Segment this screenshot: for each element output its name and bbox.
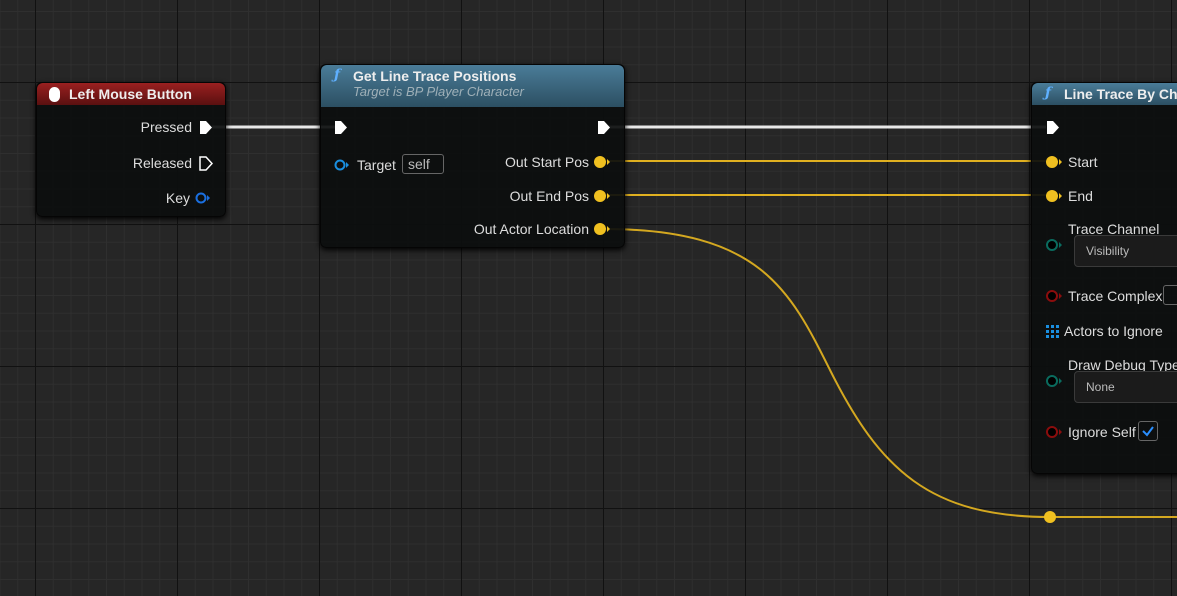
vector-pin-icon[interactable] — [593, 222, 611, 236]
trace-complex-checkbox[interactable] — [1163, 285, 1177, 305]
enum-pin-icon[interactable] — [1045, 374, 1063, 388]
node-title: Get Line Trace Positions — [353, 68, 517, 84]
enum-pin-icon[interactable] — [1045, 238, 1063, 252]
target-pin-icon[interactable] — [334, 158, 350, 172]
pin-label: Out End Pos — [509, 188, 589, 204]
node-header: ƒ Line Trace By Cha — [1032, 83, 1177, 105]
ignore-self-label: Ignore Self — [1068, 424, 1136, 440]
struct-pin-icon[interactable] — [195, 191, 211, 205]
exec-pin-filled-icon[interactable] — [199, 120, 213, 135]
vector-pin-icon[interactable] — [593, 155, 611, 169]
bool-pin-icon[interactable] — [1045, 289, 1063, 303]
function-icon: ƒ — [1045, 85, 1052, 101]
checkmark-icon — [1142, 426, 1154, 437]
exec-pin-empty-icon[interactable] — [199, 156, 213, 171]
pin-label: Out Start Pos — [504, 154, 589, 170]
pin-label: Pressed — [140, 119, 192, 135]
node-title: Line Trace By Cha — [1064, 86, 1177, 102]
actors-to-ignore-label: Actors to Ignore — [1064, 323, 1163, 339]
exec-out-pin-icon[interactable] — [597, 120, 611, 135]
end-label: End — [1068, 188, 1093, 204]
node-header: ƒ Get Line Trace Positions Target is BP … — [321, 65, 624, 107]
draw-debug-type-dropdown[interactable]: None — [1074, 371, 1177, 403]
trace-complex-label: Trace Complex — [1068, 288, 1163, 304]
trace-channel-dropdown[interactable]: Visibility — [1074, 235, 1177, 267]
node-line-trace-by-channel[interactable]: ƒ Line Trace By Cha Start End Trace Chan… — [1031, 82, 1177, 474]
node-get-line-trace-positions[interactable]: ƒ Get Line Trace Positions Target is BP … — [320, 64, 625, 248]
reroute-node[interactable] — [1044, 511, 1056, 523]
vector-pin-icon[interactable] — [1045, 189, 1063, 203]
bool-pin-icon[interactable] — [1045, 425, 1063, 439]
mouse-icon — [49, 87, 60, 102]
target-label: Target — [357, 157, 396, 173]
exec-in-pin-icon[interactable] — [1046, 120, 1060, 135]
pin-label: Key — [165, 190, 190, 206]
node-title: Left Mouse Button — [69, 86, 192, 102]
array-pin-icon[interactable] — [1046, 325, 1059, 338]
node-header: Left Mouse Button — [37, 83, 225, 105]
target-input[interactable]: self — [402, 154, 444, 174]
node-subtitle: Target is BP Player Character — [353, 84, 524, 99]
exec-in-pin-icon[interactable] — [334, 120, 348, 135]
ignore-self-checkbox[interactable] — [1138, 421, 1158, 441]
pin-label: Out Actor Location — [473, 221, 589, 237]
start-label: Start — [1068, 154, 1098, 170]
pin-label: Released — [132, 155, 192, 171]
function-icon: ƒ — [334, 67, 341, 83]
node-left-mouse-button[interactable]: Left Mouse Button Pressed Released Key — [36, 82, 226, 217]
vector-pin-icon[interactable] — [1045, 155, 1063, 169]
vector-pin-icon[interactable] — [593, 189, 611, 203]
